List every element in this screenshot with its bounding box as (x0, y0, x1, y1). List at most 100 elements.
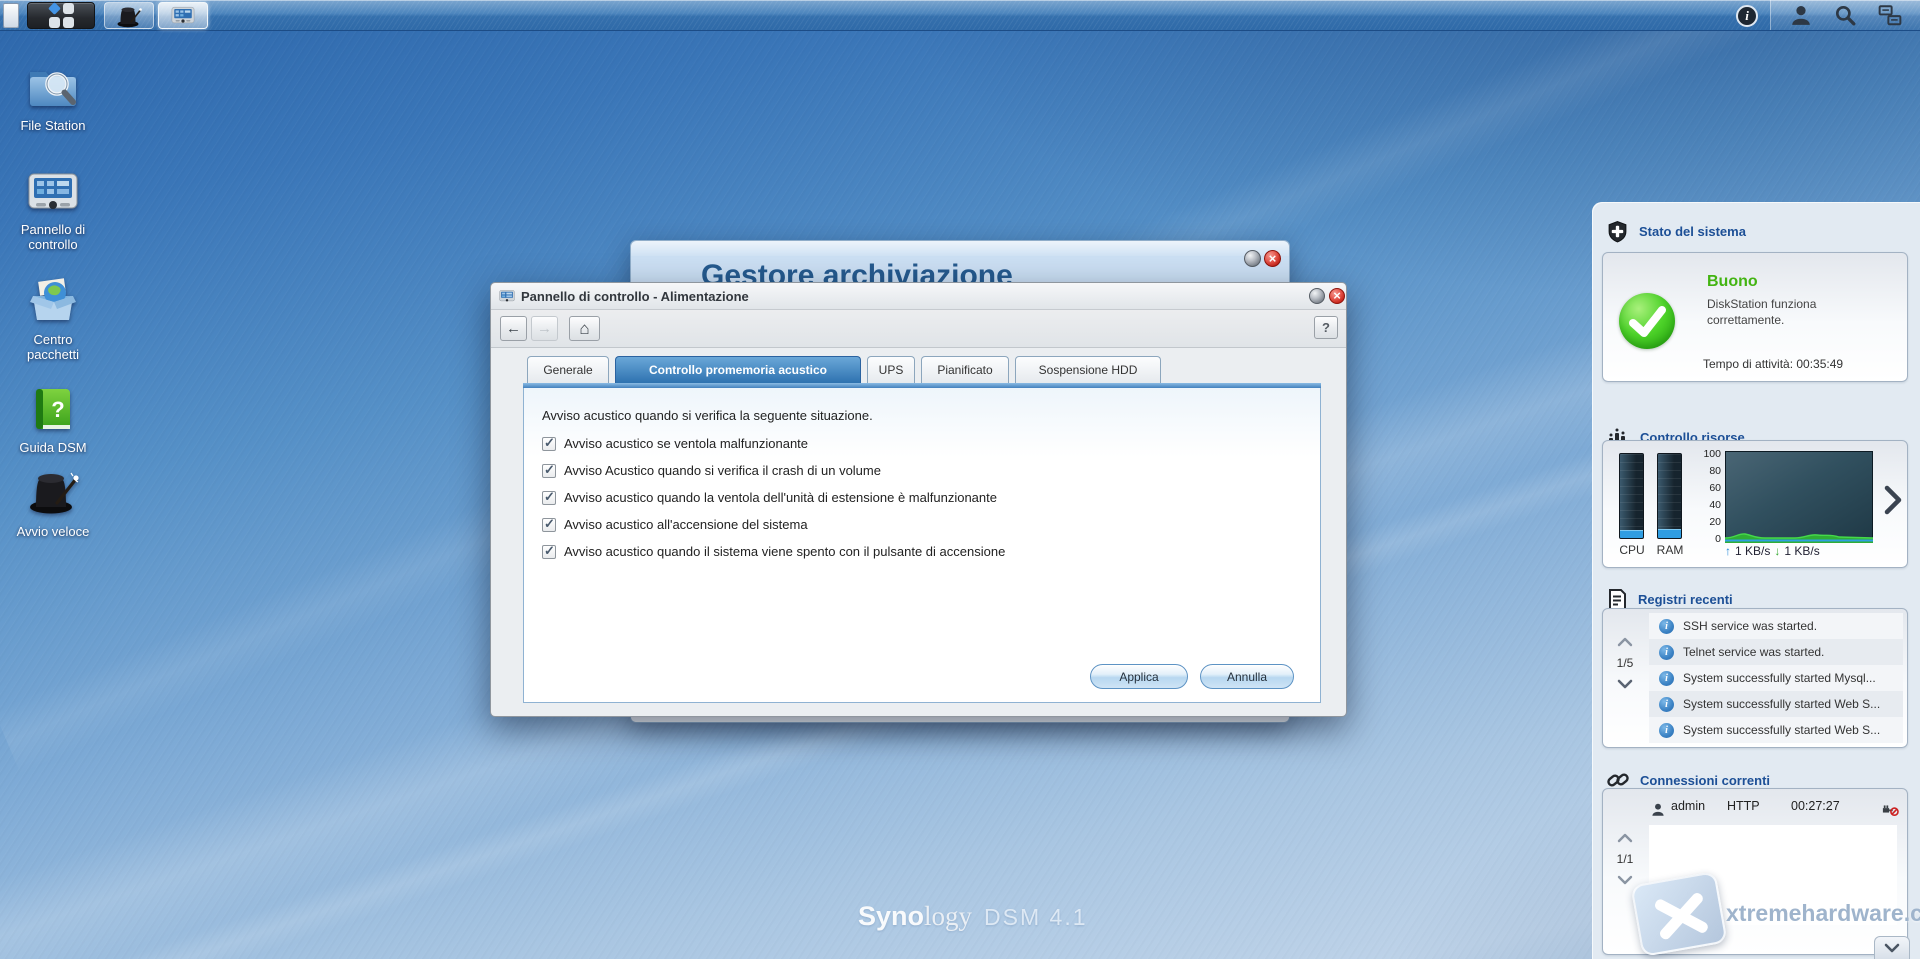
page-down-chevron[interactable] (1617, 679, 1633, 689)
checkbox-row[interactable]: ✓ Avviso acustico se ventola malfunziona… (542, 435, 809, 451)
connection-user: admin (1671, 799, 1706, 813)
control-panel-dialog: Pannello di controllo - Alimentazione × … (490, 282, 1347, 717)
sidebar-collapse-button[interactable] (1874, 936, 1910, 959)
control-panel-icon (499, 290, 515, 302)
connections-list-area (1649, 825, 1897, 925)
checkbox-row[interactable]: ✓ Avviso Acustico quando si verifica il … (542, 462, 881, 478)
desktop-icon-file-station[interactable]: File Station (8, 62, 98, 134)
back-icon: ← (506, 320, 521, 337)
info-button[interactable]: i (1736, 5, 1758, 27)
connections-box: 1/1 admin HTTP 00:27:27 (1602, 788, 1908, 955)
checkbox-label: Avviso acustico quando il sistema viene … (564, 544, 1006, 559)
info-icon: i (1659, 696, 1674, 712)
ram-label: RAM (1656, 543, 1684, 557)
home-button[interactable]: ⌂ (569, 316, 600, 341)
minimize-button[interactable] (1309, 288, 1325, 304)
shield-icon (1608, 221, 1627, 243)
checkbox-checked[interactable]: ✓ (542, 462, 556, 478)
widget-title: Connessioni correnti (1640, 772, 1771, 788)
page-down-chevron[interactable] (1617, 875, 1633, 885)
info-icon: i (1745, 8, 1749, 23)
system-status-header: Stato del sistema (1606, 220, 1746, 243)
log-row: i SSH service was started. (1649, 613, 1903, 639)
desktop-icon-control-panel[interactable]: Pannello di controllo (8, 170, 98, 253)
svg-text:?: ? (51, 397, 64, 422)
tab-sospensione-hdd[interactable]: Sospensione HDD (1015, 356, 1161, 383)
connections-pager: 1/1 (1603, 833, 1647, 885)
taskbar-right-panel (1770, 0, 1920, 30)
disconnect-icon[interactable] (1881, 801, 1899, 817)
desktop-icon-label: File Station (20, 118, 86, 133)
search-icon (1836, 5, 1856, 26)
checkbox-label: Avviso acustico se ventola malfunzionant… (564, 436, 809, 451)
connections-page-indicator: 1/1 (1616, 852, 1634, 866)
tab-content-panel: Avviso acustico quando si verifica la se… (523, 388, 1321, 703)
desktop: i File Station Pannello di controllo Cen… (0, 0, 1920, 959)
home-icon: ⌂ (579, 318, 590, 338)
ram-gauge (1657, 453, 1682, 539)
pilot-view-button[interactable] (1878, 4, 1902, 26)
main-menu-button[interactable] (27, 2, 95, 29)
checkbox-row[interactable]: ✓ Avviso acustico quando la ventola dell… (542, 488, 997, 505)
tab-pianificato[interactable]: Pianificato (921, 356, 1009, 383)
synology-dsm-logo: Synology DSM 4.1 (858, 901, 1088, 931)
check-icon: ✓ (544, 542, 555, 558)
forward-button[interactable]: → (531, 316, 558, 341)
checkbox-row[interactable]: ✓ Avviso acustico all'accensione del sis… (542, 515, 808, 532)
check-icon: ✓ (544, 488, 555, 504)
help-button[interactable]: ? (1314, 316, 1338, 339)
desktop-icon-quick-start[interactable]: Avvio veloce (8, 466, 98, 540)
network-traffic-graph (1725, 451, 1873, 543)
dialog-toolbar: ← → ⌂ ? (491, 310, 1346, 348)
upload-arrow-icon: ↑ (1725, 544, 1731, 558)
main-menu-icon (47, 2, 74, 28)
minimize-button[interactable] (1244, 250, 1261, 267)
log-row: i Telnet service was started. (1649, 639, 1903, 665)
back-button[interactable]: ← (500, 316, 527, 341)
tab-controllo-promemoria-acustico[interactable]: Controllo promemoria acustico (615, 356, 861, 383)
storage-manager-titlebar[interactable] (631, 241, 1289, 256)
widget-title: Registri recenti (1638, 592, 1733, 607)
person-icon (1792, 5, 1810, 25)
page-up-chevron[interactable] (1617, 637, 1633, 647)
checkbox-checked[interactable]: ✓ (542, 435, 556, 451)
info-icon: i (1659, 618, 1674, 634)
tab-generale[interactable]: Generale (527, 356, 609, 383)
desktop-icon-package-center[interactable]: Centro pacchetti (8, 278, 98, 363)
checkbox-row[interactable]: ✓ Avviso acustico quando il sistema vien… (542, 542, 1006, 559)
taskbar-quick-start-button[interactable] (104, 2, 154, 29)
cancel-button[interactable]: Annulla (1200, 664, 1294, 689)
desktop-icon-label: Centro pacchetti (26, 332, 80, 362)
info-icon: i (1659, 722, 1674, 738)
checkbox-checked[interactable]: ✓ (542, 488, 556, 505)
user-button[interactable] (1789, 4, 1813, 26)
search-button[interactable] (1833, 4, 1857, 26)
tab-ups[interactable]: UPS (867, 356, 915, 383)
connection-row: admin HTTP 00:27:27 (1649, 799, 1899, 821)
show-desktop-button[interactable] (3, 3, 19, 28)
check-icon: ✓ (544, 515, 555, 531)
download-arrow-icon: ↓ (1774, 544, 1781, 558)
close-button[interactable]: × (1329, 288, 1345, 304)
log-row: i System successfully started Mysql... (1649, 665, 1903, 691)
magic-hat-icon (117, 7, 142, 27)
taskbar-control-panel-button[interactable] (158, 2, 208, 29)
page-up-chevron[interactable] (1617, 833, 1633, 843)
resource-monitor-box: CPU RAM 100 80 60 40 20 0 ↑ 1 KB/s ↓ 1 KB/s (1602, 440, 1908, 568)
log-row: i System successfully started Web S... (1649, 691, 1903, 717)
apply-button[interactable]: Applica (1090, 664, 1188, 689)
panel-description: Avviso acustico quando si verifica la se… (542, 408, 873, 423)
forward-icon: → (537, 320, 552, 337)
dialog-titlebar[interactable]: Pannello di controllo - Alimentazione × (491, 283, 1346, 310)
chevron-down-icon (1884, 943, 1900, 953)
control-panel-icon (28, 173, 78, 209)
system-status-box: Buono DiskStation funziona correttamente… (1602, 252, 1908, 382)
checkbox-checked[interactable]: ✓ (542, 515, 556, 532)
desktop-icon-dsm-help[interactable]: ? Guida DSM (8, 386, 98, 456)
uptime-text: Tempo di attività: 00:35:49 (1703, 357, 1844, 371)
close-button[interactable]: × (1264, 250, 1281, 267)
checkbox-checked[interactable]: ✓ (542, 542, 556, 559)
status-ok-icon (1619, 293, 1675, 349)
next-page-chevron[interactable] (1883, 485, 1903, 515)
recent-logs-box: 1/5 i SSH service was started. i Telnet … (1602, 608, 1908, 748)
